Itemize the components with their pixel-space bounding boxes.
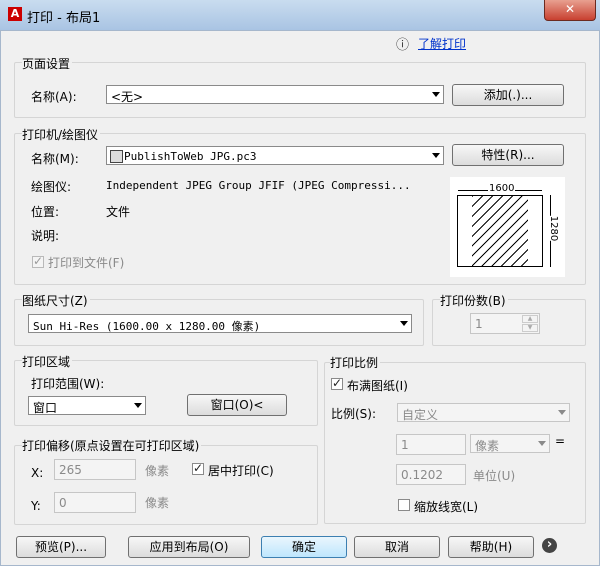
scale-unit-select[interactable]: 像素 — [470, 434, 550, 453]
close-button[interactable]: ✕ — [544, 0, 596, 21]
scale-lineweights-label: 缩放线宽(L) — [414, 500, 479, 514]
printer-properties-button[interactable]: 特性(R)... — [452, 144, 564, 166]
paper-size-value: Sun Hi-Res (1600.00 x 1280.00 像素) — [33, 320, 261, 333]
equals-sign: = — [555, 434, 566, 448]
fit-to-paper-checkbox[interactable] — [331, 376, 343, 390]
scale-value: 自定义 — [402, 408, 439, 422]
copies-title: 打印份数(B) — [440, 292, 508, 309]
chevron-down-icon — [134, 403, 142, 408]
printable-area-hatch — [472, 196, 528, 266]
chevron-down-icon — [558, 410, 566, 415]
offset-y-label: Y: — [31, 499, 41, 513]
plot-range-label: 打印范围(W): — [31, 377, 105, 391]
center-plot-checkbox[interactable] — [192, 461, 204, 475]
help-button[interactable]: 帮助(H) — [448, 536, 534, 558]
scale-unit1: 像素 — [475, 439, 500, 453]
scale-lineweights-checkbox[interactable] — [398, 499, 410, 511]
window-title: 打印 - 布局1 — [27, 11, 101, 26]
print-to-file-checkbox[interactable] — [32, 254, 44, 268]
scale-select[interactable]: 自定义 — [397, 403, 570, 422]
page-setup-name-select[interactable]: <无> — [106, 85, 444, 104]
printer-title: 打印机/绘图仪 — [22, 126, 101, 143]
copies-value: 1 — [475, 317, 483, 331]
plot-scale-title: 打印比例 — [330, 354, 381, 371]
chevron-down-icon — [538, 441, 546, 446]
plot-offset-title: 打印偏移(原点设置在可打印区域) — [22, 437, 202, 454]
location-value: 文件 — [106, 205, 131, 219]
autocad-app-icon: A — [8, 7, 22, 21]
printer-name-label: 名称(M): — [31, 152, 79, 166]
apply-to-layout-button[interactable]: 应用到布局(O) — [128, 536, 250, 558]
learn-print-link[interactable]: 了解打印 — [418, 35, 466, 52]
printer-name-value: PublishToWeb JPG.pc3 — [124, 150, 257, 163]
chevron-down-icon — [400, 321, 408, 326]
plotter-label: 绘图仪: — [31, 180, 72, 194]
chevron-down-icon — [432, 153, 440, 158]
preview-width-text: 1600 — [488, 183, 516, 194]
offset-x-input[interactable]: 265 — [54, 459, 136, 480]
more-options-icon[interactable]: › — [542, 538, 557, 553]
paper-size-title: 图纸尺寸(Z) — [22, 292, 90, 309]
add-page-setup-button[interactable]: 添加(.)... — [452, 84, 564, 106]
description-label: 说明: — [31, 229, 60, 243]
printer-name-select[interactable]: PublishToWeb JPG.pc3 — [106, 146, 444, 165]
plot-offset-group — [14, 445, 318, 525]
window-select-button[interactable]: 窗口(O)< — [187, 394, 287, 416]
preview-height-text: 1280 — [548, 215, 560, 242]
scale-value1-input[interactable]: 1 — [396, 434, 466, 455]
preview-button[interactable]: 预览(P)... — [16, 536, 106, 558]
paper-preview: 1600 1280 — [450, 177, 565, 277]
info-icon: ⓘ — [396, 38, 410, 53]
ok-button[interactable]: 确定 — [261, 536, 347, 558]
cancel-button[interactable]: 取消 — [354, 536, 440, 558]
offset-x-label: X: — [31, 466, 44, 480]
page-setup-title: 页面设置 — [22, 55, 73, 72]
plotter-icon — [110, 150, 123, 163]
plot-range-select[interactable]: 窗口 — [28, 396, 146, 415]
spin-up-icon[interactable]: ▲ — [522, 315, 538, 323]
offset-x-unit: 像素 — [145, 464, 170, 478]
spin-down-icon[interactable]: ▼ — [522, 324, 538, 332]
plot-area-title: 打印区域 — [22, 353, 73, 370]
scale-label: 比例(S): — [331, 407, 377, 421]
center-plot-label: 居中打印(C) — [208, 464, 274, 478]
offset-x-value: 265 — [59, 463, 82, 477]
page-setup-name-value: <无> — [111, 90, 144, 104]
page-setup-name-label: 名称(A): — [31, 90, 77, 104]
scale-unit2: 单位(U) — [473, 469, 516, 483]
plot-range-value: 窗口 — [33, 401, 58, 415]
scale-value2-input[interactable]: 0.1202 — [396, 464, 466, 485]
fit-to-paper-label: 布满图纸(I) — [347, 379, 408, 393]
print-to-file-label: 打印到文件(F) — [48, 256, 125, 270]
paper-size-select[interactable]: Sun Hi-Res (1600.00 x 1280.00 像素) — [28, 314, 412, 333]
scale-value2: 0.1202 — [401, 468, 443, 482]
offset-y-unit: 像素 — [145, 496, 170, 510]
scale-value1: 1 — [401, 438, 409, 452]
offset-y-value: 0 — [59, 496, 67, 510]
plotter-value: Independent JPEG Group JFIF (JPEG Compre… — [106, 179, 411, 192]
chevron-down-icon — [432, 92, 440, 97]
offset-y-input[interactable]: 0 — [54, 492, 136, 513]
location-label: 位置: — [31, 205, 60, 219]
copies-spinner[interactable]: 1 ▲ ▼ — [470, 313, 540, 334]
